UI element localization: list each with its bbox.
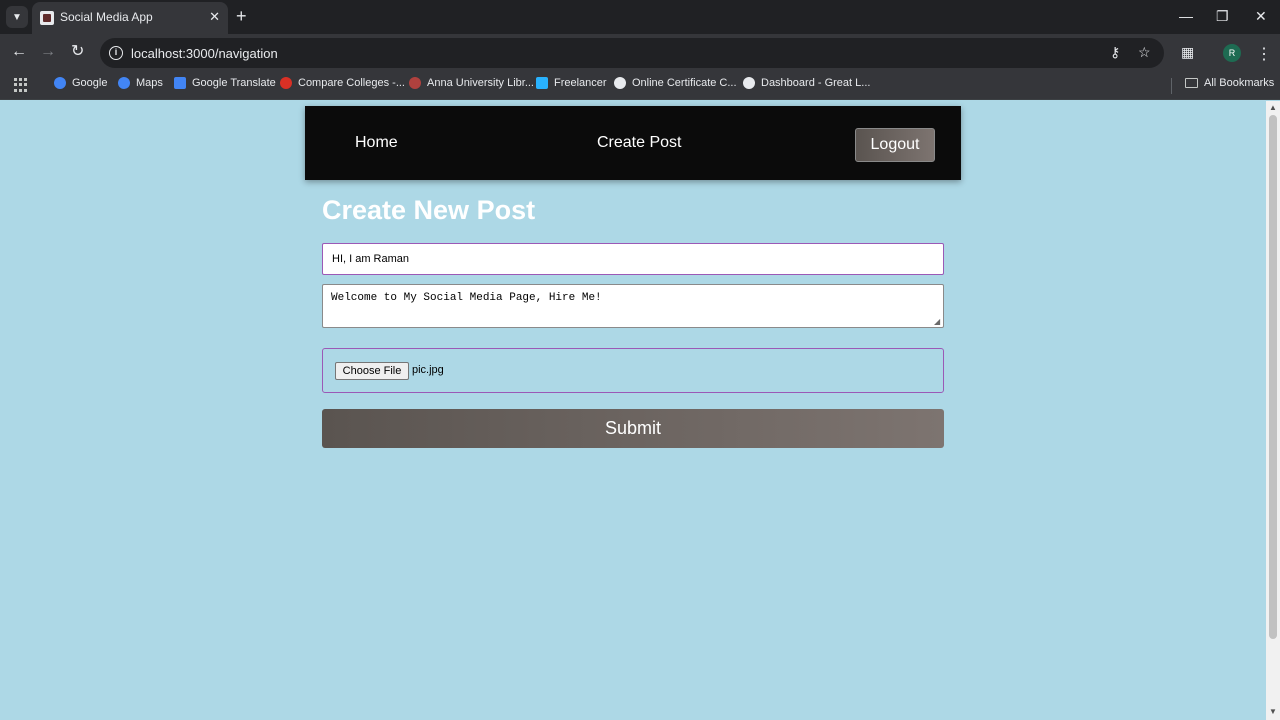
page-scrollbar[interactable]: ▲ ▼ <box>1266 101 1280 720</box>
scrollbar-thumb[interactable] <box>1269 115 1277 639</box>
nav-home-link[interactable]: Home <box>355 134 398 152</box>
bookmark-label: Maps <box>136 77 163 89</box>
restore-icon[interactable]: ❐ <box>1216 8 1229 25</box>
page-viewport: Home Create Post Logout Create New Post … <box>0 101 1266 720</box>
bookmark-online-certificate[interactable]: Online Certificate C... <box>614 77 737 89</box>
google-icon <box>54 77 66 89</box>
app-favicon-icon <box>40 11 54 25</box>
google-icon <box>614 77 626 89</box>
bookmark-anna-university[interactable]: Anna University Libr... <box>409 77 534 89</box>
bookmark-star-icon[interactable]: ☆ <box>1138 44 1151 61</box>
browser-toolbar: ← → ↻ i localhost:3000/navigation ⚷ ☆ ▦ <box>0 34 1280 72</box>
compare-colleges-icon <box>280 77 292 89</box>
bookmark-google[interactable]: Google <box>54 77 107 89</box>
all-bookmarks-folder[interactable]: All Bookmarks <box>1185 77 1274 89</box>
address-bar[interactable]: i localhost:3000/navigation ⚷ ☆ <box>100 38 1164 68</box>
password-key-icon[interactable]: ⚷ <box>1110 44 1120 61</box>
app-navbar: Home Create Post Logout <box>305 106 961 180</box>
folder-icon <box>1185 78 1198 88</box>
browser-tab-active[interactable]: Social Media App ✕ <box>32 2 228 34</box>
close-window-icon[interactable]: ✕ <box>1255 8 1267 25</box>
bookmarks-bar: Google Maps Google Translate Compare Col… <box>0 72 1280 100</box>
post-content-textarea[interactable]: Welcome to My Social Media Page, Hire Me… <box>322 284 944 328</box>
site-info-icon[interactable]: i <box>109 46 123 60</box>
bookmark-google-translate[interactable]: Google Translate <box>174 77 276 89</box>
browser-menu-icon[interactable]: ⋮ <box>1256 44 1272 64</box>
page-title: Create New Post <box>322 195 536 225</box>
close-tab-icon[interactable]: ✕ <box>209 9 220 25</box>
textarea-resize-handle-icon[interactable]: ◢ <box>934 317 940 326</box>
bookmark-label: Compare Colleges -... <box>298 77 405 89</box>
url-text: localhost:3000/navigation <box>131 46 278 61</box>
university-icon <box>409 77 421 89</box>
bookmark-maps[interactable]: Maps <box>118 77 163 89</box>
google-icon <box>118 77 130 89</box>
tab-search-chevron-icon[interactable]: ▼ <box>6 6 28 28</box>
all-bookmarks-label: All Bookmarks <box>1204 77 1275 89</box>
scroll-up-icon[interactable]: ▲ <box>1269 103 1277 112</box>
tab-title: Social Media App <box>60 10 153 24</box>
reload-icon[interactable]: ↻ <box>71 43 84 61</box>
bookmark-label: Dashboard - Great L... <box>761 77 871 89</box>
google-icon <box>743 77 755 89</box>
freelancer-icon <box>536 77 548 89</box>
selected-file-name: pic.jpg <box>412 364 444 376</box>
translate-icon <box>174 77 186 89</box>
back-icon[interactable]: ← <box>11 43 27 61</box>
choose-file-button[interactable]: Choose File <box>335 362 409 380</box>
forward-icon[interactable]: → <box>40 43 56 61</box>
bookmarks-divider <box>1171 78 1172 94</box>
minimize-icon[interactable]: — <box>1179 8 1193 24</box>
bookmark-label: Online Certificate C... <box>632 77 737 89</box>
extensions-icon[interactable]: ▦ <box>1181 44 1194 61</box>
nav-create-post-link[interactable]: Create Post <box>597 134 681 152</box>
bookmark-freelancer[interactable]: Freelancer <box>536 77 607 89</box>
post-title-input[interactable] <box>322 243 944 275</box>
bookmark-label: Google Translate <box>192 77 276 89</box>
bookmark-dashboard[interactable]: Dashboard - Great L... <box>743 77 870 89</box>
bookmark-label: Freelancer <box>554 77 607 89</box>
logout-button[interactable]: Logout <box>855 128 935 162</box>
scroll-down-icon[interactable]: ▼ <box>1269 707 1277 716</box>
bookmark-label: Google <box>72 77 108 89</box>
profile-avatar[interactable]: R <box>1223 44 1241 62</box>
browser-tab-bar: ▼ Social Media App ✕ + — ❐ ✕ <box>0 0 1280 34</box>
bookmark-label: Anna University Libr... <box>427 77 534 89</box>
apps-grid-icon[interactable] <box>14 78 28 92</box>
file-upload-field[interactable]: Choose File pic.jpg <box>322 348 944 393</box>
bookmark-compare-colleges[interactable]: Compare Colleges -... <box>280 77 405 89</box>
submit-button[interactable]: Submit <box>322 409 944 448</box>
new-tab-icon[interactable]: + <box>236 6 247 26</box>
